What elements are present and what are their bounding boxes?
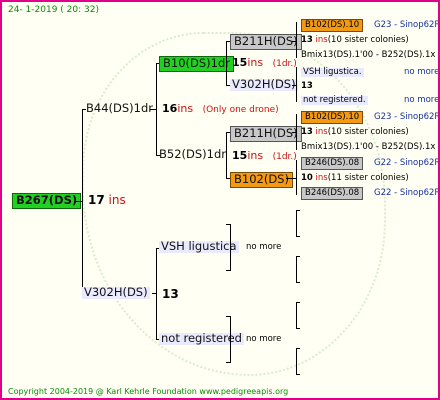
connector-sss-bottom xyxy=(296,374,300,375)
ddd-line2: 13 ins(10 sister colonies) xyxy=(301,35,409,45)
connector-sdd xyxy=(296,210,297,237)
sire-dam-note: no more xyxy=(246,242,282,252)
sire-sire-note: no more xyxy=(246,334,282,344)
ddd-queen-button[interactable]: B211H(DS) xyxy=(230,34,302,50)
ddd-line1-button[interactable]: B102(DS).10 xyxy=(301,19,364,32)
dsd-queen-button[interactable]: B211H(DS) xyxy=(230,126,302,142)
connector-ddd-mid xyxy=(292,41,297,42)
dam-queen-link[interactable]: B44(DS)1dr xyxy=(86,102,153,115)
dss-line3-right: G22 - Sinop62R xyxy=(374,188,440,198)
connector-sdd-top xyxy=(296,210,300,211)
connector-dss-mid xyxy=(286,178,297,179)
connector-dds-mid xyxy=(292,85,297,86)
dds-line1: VSH ligustica. xyxy=(301,67,364,77)
dsd-line2: 13 ins(10 sister colonies) xyxy=(301,127,409,137)
dss-line3-button[interactable]: B246(DS).08 xyxy=(301,187,364,200)
connector-ss-top xyxy=(226,316,230,317)
dss-line1-right: G22 - Sinop62R xyxy=(374,158,440,168)
dsd-line1-button[interactable]: B102(DS).10 xyxy=(301,111,364,124)
connector-sss xyxy=(296,348,297,375)
dam-dam-queen-button[interactable]: B10(DS)1dr xyxy=(159,56,234,72)
dam-sire-queen-link[interactable]: B52(DS)1dr xyxy=(159,148,226,161)
connector-sd-v xyxy=(230,224,231,271)
dds-line1-right: no more xyxy=(404,67,440,77)
dsd-line1-right: G23 - Sinop62R xyxy=(374,112,440,122)
copyright-footer: Copyright 2004-2019 @ Karl Kehrle Founda… xyxy=(8,387,289,396)
sire-ins: 13 xyxy=(162,287,179,301)
dss-line1-button[interactable]: B246(DS).08 xyxy=(301,157,364,170)
connector-dam-sire-v xyxy=(226,132,227,179)
connector-sss-top xyxy=(296,348,300,349)
connector-ss-bottom xyxy=(226,362,230,363)
dds-line3: not registered. xyxy=(301,95,368,105)
connector-sd-bottom xyxy=(226,270,230,271)
connector-sds xyxy=(296,256,297,283)
dsd-line3: Bmix13(DS).1'00 - B252(DS).1x xyxy=(301,142,436,152)
dam-sire-ins: 15ins (1dr.) xyxy=(232,149,297,162)
ddd-line3: Bmix13(DS).1'00 - B252(DS).1x xyxy=(301,50,436,60)
connector-sd-top xyxy=(226,224,230,225)
connector-ss-v xyxy=(230,316,231,363)
ddd-line1-right: G23 - Sinop62R xyxy=(374,20,440,30)
dam-ins: 16ins (Only one drone) xyxy=(162,102,279,115)
dds-queen-link[interactable]: V302H(DS) xyxy=(230,78,298,91)
dds-line2: 13 xyxy=(301,81,313,91)
root-ins: 17 ins xyxy=(88,193,126,207)
connector-ssd-top xyxy=(296,302,300,303)
connector-sdd-bottom xyxy=(296,236,300,237)
connector-sire-mid xyxy=(152,293,157,294)
connector-dam-mid xyxy=(150,109,157,110)
connector-dam-dam xyxy=(226,41,227,86)
connector-sire-v xyxy=(156,248,157,340)
connector-root-h xyxy=(74,201,83,202)
pedigree-frame: 24- 1-2019 ( 20: 32) B267(DS) 17 ins B44… xyxy=(0,0,440,400)
sire-dam-queen-link[interactable]: VSH ligustica xyxy=(159,240,239,253)
sire-sire-queen-link[interactable]: not registered xyxy=(159,332,244,345)
connector-ssd-bottom xyxy=(296,328,300,329)
connector-sds-top xyxy=(296,256,300,257)
dss-queen-button[interactable]: B102(DS) xyxy=(230,172,293,188)
dss-line2: 10 ins(11 sister colonies) xyxy=(301,173,409,183)
connector-ddd-v xyxy=(296,22,297,58)
dds-line3-right: no more xyxy=(404,95,440,105)
root-queen-button[interactable]: B267(DS) xyxy=(12,193,82,209)
connector-dsd-mid xyxy=(292,132,297,133)
sire-queen-link[interactable]: V302H(DS) xyxy=(82,286,150,299)
date-stamp: 24- 1-2019 ( 20: 32) xyxy=(8,5,99,15)
connector-ssd xyxy=(296,302,297,329)
connector-sds-bottom xyxy=(296,282,300,283)
dam-dam-ins: 15ins (1dr.) xyxy=(232,56,297,69)
